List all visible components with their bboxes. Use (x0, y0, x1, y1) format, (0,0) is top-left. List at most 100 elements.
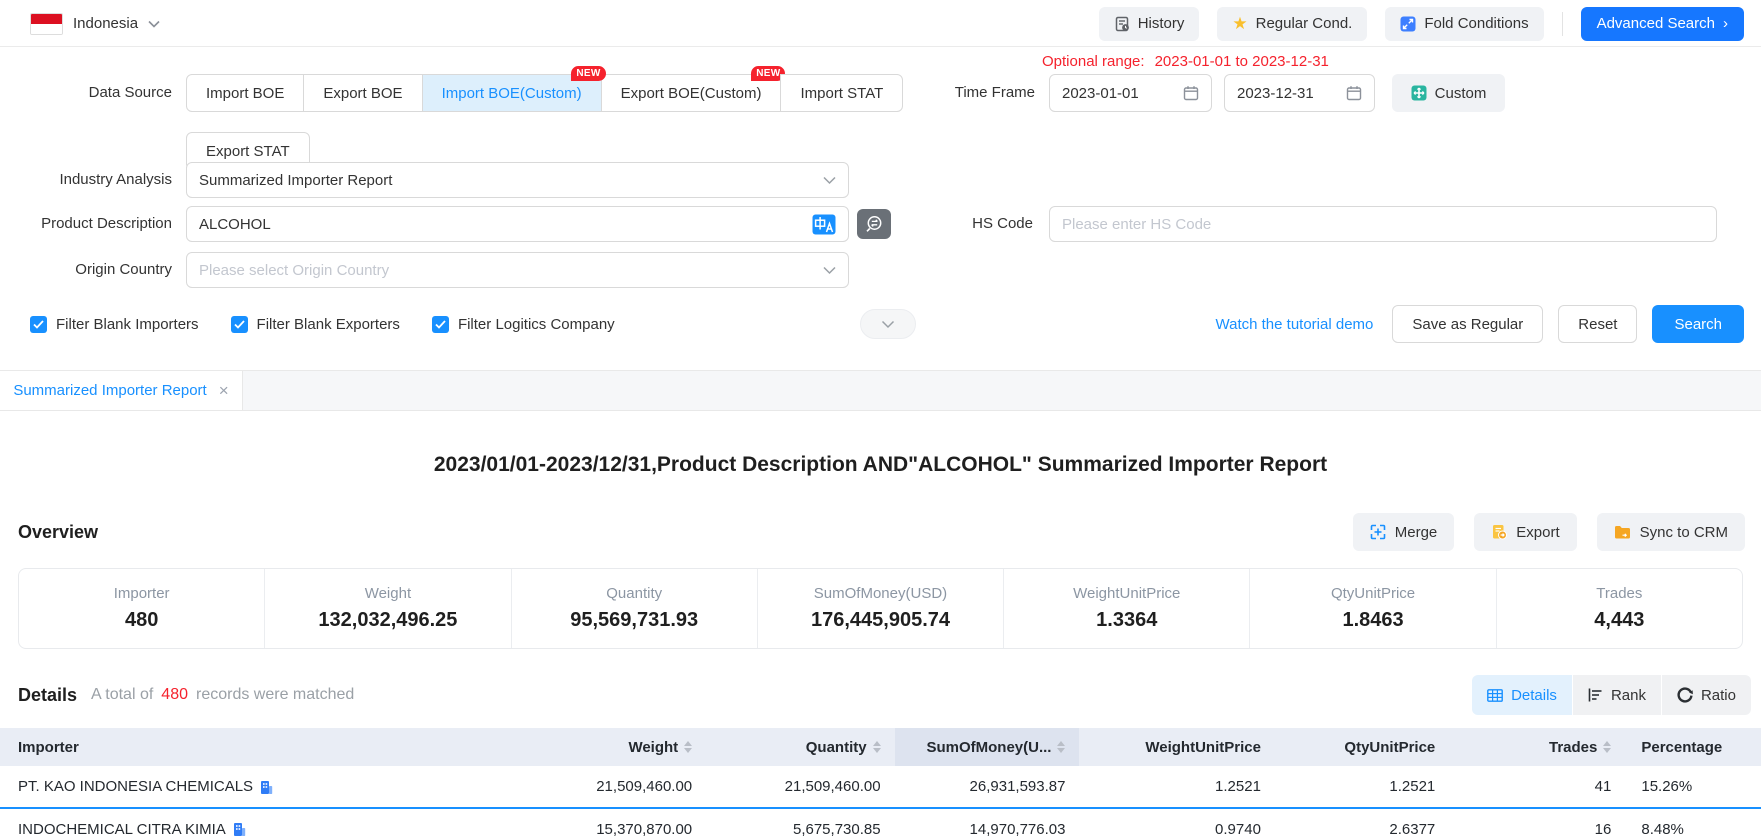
filter-blank-exporters-checkbox[interactable]: Filter Blank Exporters (231, 316, 400, 333)
overview-stats-card: Importer480 Weight132,032,496.25 Quantit… (18, 568, 1743, 649)
stat-label: WeightUnitPrice (1073, 585, 1180, 602)
column-sum-of-money[interactable]: SumOfMoney(U... (895, 728, 1080, 766)
view-rank-button[interactable]: Rank (1573, 675, 1662, 715)
origin-country-select[interactable]: Please select Origin Country (186, 252, 849, 288)
company-profile-icon[interactable] (260, 780, 273, 795)
importer-link[interactable]: PT. KAO INDONESIA CHEMICALS (18, 778, 253, 795)
column-weight-label: Weight (628, 739, 678, 756)
fold-conditions-button[interactable]: Fold Conditions (1385, 7, 1543, 41)
app-screen: Indonesia History ★ Regular Cond. Fold C… (0, 0, 1761, 838)
country-switcher[interactable]: Indonesia (30, 0, 160, 47)
view-rank-label: Rank (1611, 687, 1646, 704)
optional-range-label: Optional range: (1042, 53, 1145, 70)
percentage-cell: 15.26% (1625, 766, 1761, 808)
product-description-label: Product Description (0, 206, 172, 242)
date-from-input[interactable]: 2023-01-01 (1049, 74, 1212, 112)
stat-value: 1.8463 (1342, 609, 1403, 632)
column-importer: Importer (0, 728, 527, 766)
tab-import-boe-custom[interactable]: Import BOE(Custom)NEW (422, 74, 602, 112)
translate-icon[interactable] (812, 214, 836, 235)
hs-code-input[interactable]: Please enter HS Code (1049, 206, 1717, 242)
sort-icon[interactable] (684, 741, 692, 753)
view-ratio-button[interactable]: Ratio (1662, 675, 1751, 715)
column-trades-label: Trades (1549, 739, 1597, 756)
search-button[interactable]: Search (1652, 305, 1744, 343)
view-switcher: Details Rank Ratio (1472, 675, 1751, 715)
search-panel: Optional range: 2023-01-01 to 2023-12-31… (0, 47, 1761, 371)
advanced-search-button[interactable]: Advanced Search › (1581, 7, 1744, 41)
stat-qty-unit-price: QtyUnitPrice1.8463 (1249, 569, 1495, 648)
custom-icon (1411, 85, 1427, 101)
filter-logistics-company-label: Filter Logitics Company (458, 316, 615, 333)
tab-import-boe[interactable]: Import BOE (186, 74, 304, 112)
custom-range-button[interactable]: Custom (1392, 74, 1505, 112)
history-button[interactable]: History (1099, 7, 1200, 41)
industry-analysis-select[interactable]: Summarized Importer Report (186, 162, 849, 198)
column-qty-unit-price: QtyUnitPrice (1275, 728, 1449, 766)
topbar: Indonesia History ★ Regular Cond. Fold C… (0, 0, 1761, 47)
view-details-button[interactable]: Details (1472, 675, 1573, 715)
industry-analysis-value: Summarized Importer Report (199, 172, 392, 189)
sync-to-crm-button[interactable]: Sync to CRM (1597, 513, 1745, 551)
tab-label: Summarized Importer Report (13, 382, 206, 399)
stat-label: Weight (365, 585, 411, 602)
column-weight[interactable]: Weight (527, 728, 707, 766)
filter-blank-importers-label: Filter Blank Importers (56, 316, 199, 333)
export-label: Export (1516, 524, 1559, 541)
regular-cond-label: Regular Cond. (1256, 15, 1353, 32)
matched-summary: A total of 480 records were matched (91, 686, 354, 704)
tutorial-demo-link[interactable]: Watch the tutorial demo (1216, 316, 1374, 333)
stat-weight-unit-price: WeightUnitPrice1.3364 (1003, 569, 1249, 648)
regular-cond-button[interactable]: ★ Regular Cond. (1217, 7, 1367, 41)
arrow-right-icon: › (1723, 15, 1728, 32)
advanced-search-label: Advanced Search (1597, 15, 1715, 32)
export-button[interactable]: Export (1474, 513, 1576, 551)
industry-analysis-label: Industry Analysis (0, 162, 172, 198)
close-icon[interactable]: × (219, 382, 229, 399)
sum-of-money-cell: 26,931,593.87 (895, 766, 1080, 808)
stat-label: Importer (114, 585, 170, 602)
column-percentage: Percentage (1625, 728, 1761, 766)
sort-icon[interactable] (1057, 741, 1065, 753)
checkbox-checked-icon (432, 316, 449, 333)
filter-logistics-company-checkbox[interactable]: Filter Logitics Company (432, 316, 615, 333)
hs-code-placeholder: Please enter HS Code (1062, 216, 1211, 233)
overview-heading: Overview (18, 522, 98, 543)
tab-export-boe[interactable]: Export BOE (303, 74, 422, 112)
fold-conditions-icon (1400, 16, 1416, 32)
date-to-input[interactable]: 2023-12-31 (1224, 74, 1375, 112)
tab-export-boe-custom[interactable]: Export BOE(Custom)NEW (601, 74, 782, 112)
tab-export-boe-custom-label: Export BOE(Custom) (621, 85, 762, 102)
trades-cell: 41 (1449, 766, 1625, 808)
matched-count: 480 (161, 686, 188, 704)
filter-logistics-label: Filter Blank Exporters (257, 316, 400, 333)
sort-icon[interactable] (1603, 741, 1611, 753)
result-tabstrip: Summarized Importer Report × (0, 371, 1761, 411)
column-quantity[interactable]: Quantity (706, 728, 894, 766)
qty-unit-price-cell: 2.6377 (1275, 808, 1449, 838)
merge-button[interactable]: Merge (1353, 513, 1455, 551)
tab-summarized-importer-report[interactable]: Summarized Importer Report × (0, 371, 243, 410)
stat-importer: Importer480 (19, 569, 264, 648)
save-as-regular-button[interactable]: Save as Regular (1392, 305, 1543, 343)
reset-button[interactable]: Reset (1558, 305, 1637, 343)
column-trades[interactable]: Trades (1449, 728, 1625, 766)
topbar-actions: History ★ Regular Cond. Fold Conditions … (1099, 0, 1744, 47)
data-source-label: Data Source (0, 74, 172, 112)
origin-country-label: Origin Country (0, 252, 172, 288)
overview-actions: Merge Export Sync to CRM (1353, 513, 1745, 551)
sort-icon[interactable] (873, 741, 881, 753)
company-profile-icon[interactable] (233, 822, 246, 837)
filter-blank-importers-checkbox[interactable]: Filter Blank Importers (30, 316, 199, 333)
date-to-value: 2023-12-31 (1237, 85, 1314, 102)
column-weight-unit-price: WeightUnitPrice (1079, 728, 1274, 766)
data-source-group: Import BOE Export BOE Import BOE(Custom)… (186, 74, 903, 112)
indonesia-flag-icon (30, 13, 63, 35)
stat-weight: Weight132,032,496.25 (264, 569, 510, 648)
report-title: 2023/01/01-2023/12/31,Product Descriptio… (0, 453, 1761, 477)
stat-value: 95,569,731.93 (570, 609, 698, 632)
expand-conditions-button[interactable] (860, 309, 916, 339)
importer-link[interactable]: INDOCHEMICAL CITRA KIMIA (18, 821, 226, 838)
product-description-input[interactable]: ALCOHOL (186, 206, 849, 242)
checkbox-checked-icon (30, 316, 47, 333)
